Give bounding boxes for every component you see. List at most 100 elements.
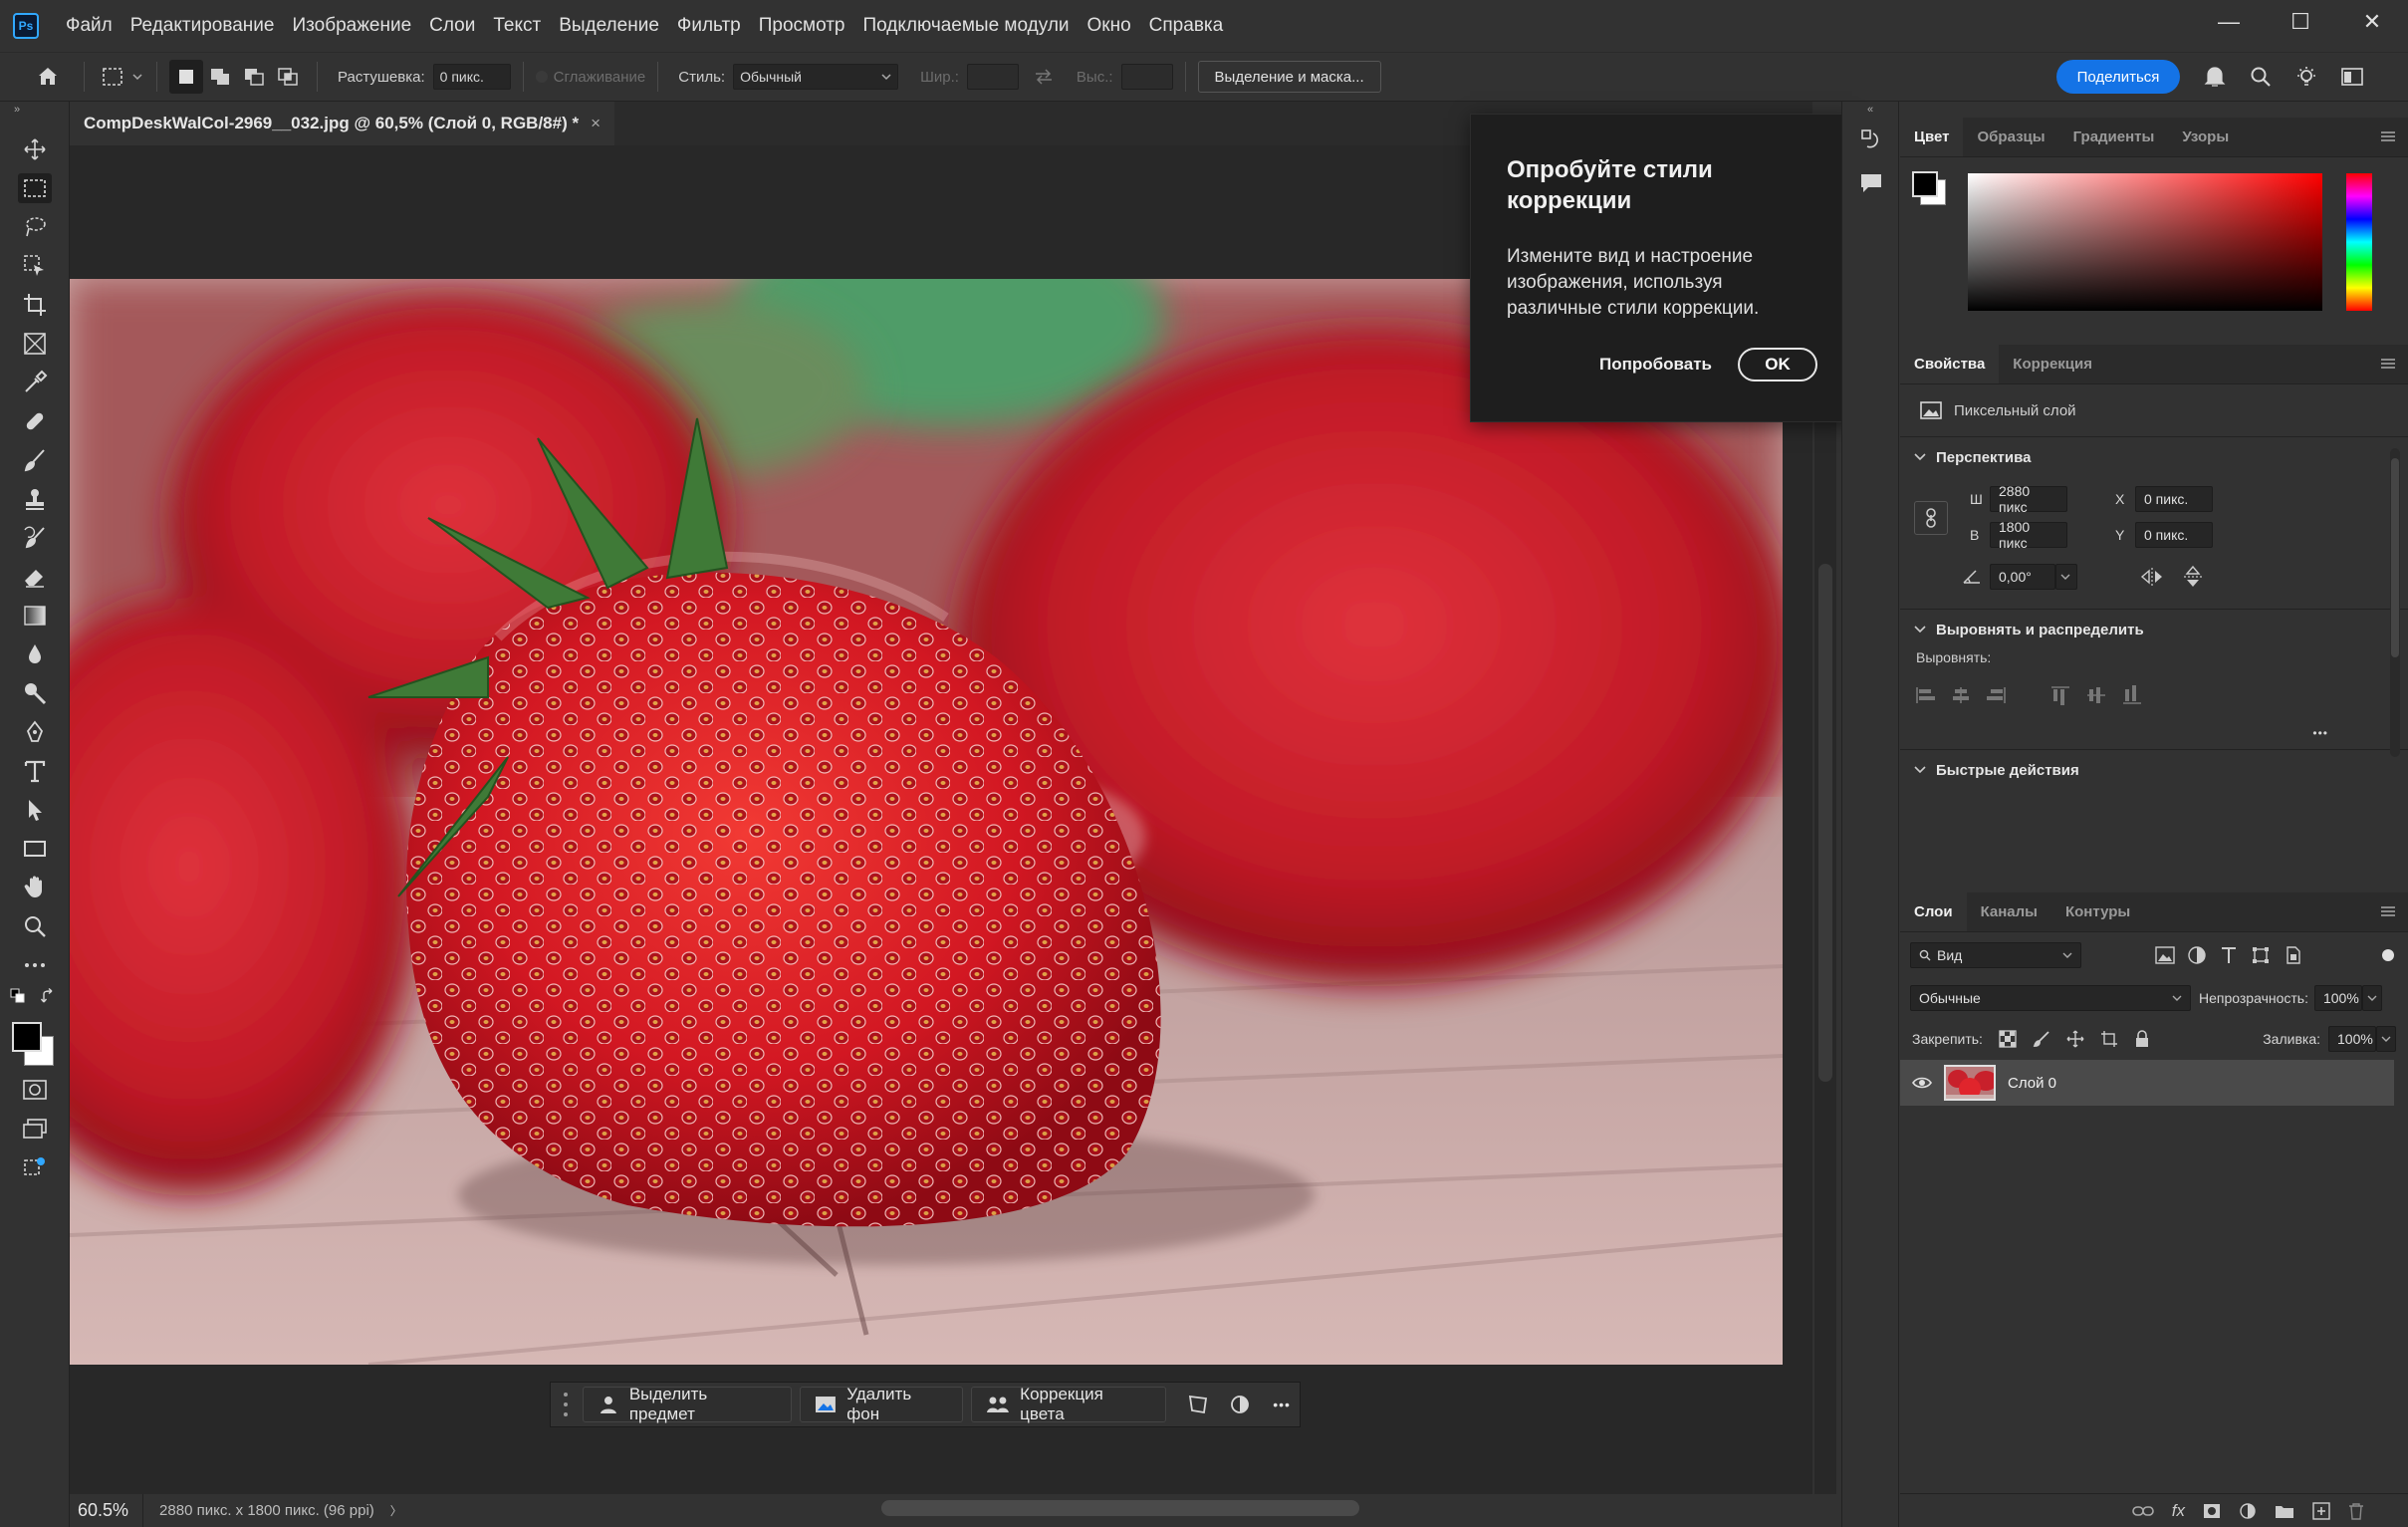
type-tool-icon[interactable] [0, 751, 70, 790]
menu-view[interactable]: Просмотр [750, 15, 854, 37]
align-bottom-icon[interactable] [2121, 684, 2143, 706]
home-icon[interactable] [24, 57, 72, 97]
maximize-button[interactable]: ☐ [2265, 0, 2336, 44]
rectangular-marquee-tool-icon[interactable] [0, 168, 70, 207]
opacity-dropdown[interactable] [2361, 985, 2382, 1011]
default-colors-icon[interactable] [0, 984, 69, 1020]
hue-slider[interactable] [2346, 173, 2372, 311]
new-group-icon[interactable] [2275, 1503, 2294, 1519]
quick-mask-icon[interactable] [0, 1070, 70, 1109]
eye-icon[interactable] [1912, 1076, 1932, 1090]
x-field[interactable]: 0 пикс. [2135, 486, 2213, 512]
flip-vertical-icon[interactable] [2183, 565, 2203, 589]
document-tab[interactable]: CompDeskWalCol-2969__032.jpg @ 60,5% (Сл… [70, 102, 615, 145]
tab-layers[interactable]: Слои [1900, 891, 1967, 931]
history-panel-icon[interactable] [1842, 118, 1900, 161]
share-button[interactable]: Поделиться [2056, 60, 2180, 94]
lock-position-icon[interactable] [2066, 1030, 2084, 1048]
align-section-header[interactable]: Выровнять и распределить [1900, 610, 2408, 649]
align-right-icon[interactable] [1986, 685, 2008, 705]
ok-button[interactable]: OK [1738, 348, 1817, 382]
crop-tool-icon[interactable] [0, 285, 70, 324]
menu-edit[interactable]: Редактирование [121, 15, 284, 37]
properties-scrollbar[interactable] [2390, 448, 2400, 757]
bell-icon[interactable] [2197, 60, 2233, 94]
lightbulb-icon[interactable] [2288, 60, 2324, 94]
document-image[interactable] [70, 279, 1783, 1365]
blur-tool-icon[interactable] [0, 635, 70, 673]
intersect-selection-icon[interactable] [271, 60, 305, 94]
foreground-background-swatches[interactable] [0, 1020, 69, 1070]
add-mask-icon[interactable] [2203, 1503, 2221, 1519]
screen-mode-icon[interactable] [0, 1109, 70, 1147]
new-layer-icon[interactable] [2312, 1501, 2330, 1520]
swap-colors-icon[interactable] [40, 988, 58, 1006]
transform-icon[interactable] [1180, 1387, 1216, 1422]
hand-tool-icon[interactable] [0, 868, 70, 906]
add-to-selection-icon[interactable] [203, 60, 237, 94]
opacity-field[interactable]: 100% [2313, 985, 2362, 1011]
panel-menu-icon[interactable] [2380, 117, 2396, 156]
menu-filter[interactable]: Фильтр [668, 15, 750, 37]
zoom-level[interactable]: 60.5% [70, 1494, 144, 1527]
drag-handle[interactable] [557, 1390, 575, 1419]
link-layers-icon[interactable] [2131, 1505, 2154, 1517]
adjustment-icon[interactable] [1222, 1387, 1258, 1422]
subtract-from-selection-icon[interactable] [237, 60, 271, 94]
tab-properties[interactable]: Свойства [1900, 344, 2000, 383]
tab-gradients[interactable]: Градиенты [2059, 117, 2169, 156]
chevron-down-icon[interactable] [130, 60, 144, 94]
comments-panel-icon[interactable] [1842, 161, 1900, 205]
layer-filter-select[interactable]: Вид [1910, 942, 2081, 968]
try-button[interactable]: Попробовать [1599, 355, 1712, 375]
color-correction-button[interactable]: Коррекция цвета [971, 1385, 1167, 1423]
flip-horizontal-icon[interactable] [2139, 567, 2165, 587]
select-and-mask-button[interactable]: Выделение и маска... [1197, 61, 1381, 93]
status-menu-arrow[interactable]: 〉 [390, 1502, 402, 1519]
height-input[interactable] [1120, 64, 1173, 90]
marquee-tool-preset-icon[interactable] [97, 60, 130, 94]
tab-patterns[interactable]: Узоры [2168, 117, 2243, 156]
tab-color[interactable]: Цвет [1900, 117, 1964, 156]
lasso-tool-icon[interactable] [0, 207, 70, 246]
feather-input[interactable]: 0 пикс. [432, 64, 511, 90]
link-dimensions-icon[interactable] [1914, 501, 1948, 535]
properties-scroll-thumb[interactable] [2391, 458, 2399, 657]
clone-stamp-tool-icon[interactable] [0, 479, 70, 518]
eraser-tool-icon[interactable] [0, 557, 70, 596]
color-field[interactable] [1968, 173, 2322, 311]
delete-layer-icon[interactable] [2348, 1502, 2364, 1520]
frame-tool-icon[interactable] [0, 324, 70, 363]
more-align-options[interactable]: ••• [1900, 717, 2408, 749]
tab-paths[interactable]: Контуры [2051, 891, 2144, 931]
expand-panels-icon[interactable]: « [1842, 102, 1898, 118]
angle-dropdown[interactable] [2055, 564, 2077, 590]
quick-actions-header[interactable]: Быстрые действия [1900, 750, 2408, 790]
tab-channels[interactable]: Каналы [1967, 891, 2051, 931]
panel-menu-icon[interactable] [2380, 344, 2396, 383]
swap-dimensions-icon[interactable] [1027, 60, 1061, 94]
y-field[interactable]: 0 пикс. [2135, 522, 2213, 548]
brush-tool-icon[interactable] [0, 440, 70, 479]
collapse-toolbar-icon[interactable]: » [0, 102, 69, 118]
menu-type[interactable]: Текст [484, 15, 550, 37]
menu-window[interactable]: Окно [1079, 15, 1140, 37]
style-select[interactable]: Обычный [733, 64, 899, 90]
move-tool-icon[interactable] [0, 129, 70, 168]
align-left-icon[interactable] [1914, 685, 1936, 705]
lock-artboard-icon[interactable] [2100, 1030, 2118, 1048]
panel-menu-icon[interactable] [2380, 891, 2396, 931]
filter-pixel-icon[interactable] [2155, 946, 2175, 964]
menu-image[interactable]: Изображение [283, 15, 420, 37]
align-vertical-center-icon[interactable] [2085, 684, 2107, 706]
filter-type-icon[interactable] [2219, 945, 2239, 965]
menu-layers[interactable]: Слои [420, 15, 484, 37]
layer-row[interactable]: Слой 0 [1900, 1060, 2394, 1106]
foreground-color-swatch[interactable] [12, 1022, 42, 1052]
pen-tool-icon[interactable] [0, 712, 70, 751]
filter-adjustment-icon[interactable] [2187, 945, 2207, 965]
remove-background-button[interactable]: Удалить фон [800, 1385, 964, 1423]
select-subject-button[interactable]: Выделить предмет [582, 1385, 793, 1423]
tab-swatches[interactable]: Образцы [1963, 117, 2058, 156]
menu-select[interactable]: Выделение [550, 15, 668, 37]
